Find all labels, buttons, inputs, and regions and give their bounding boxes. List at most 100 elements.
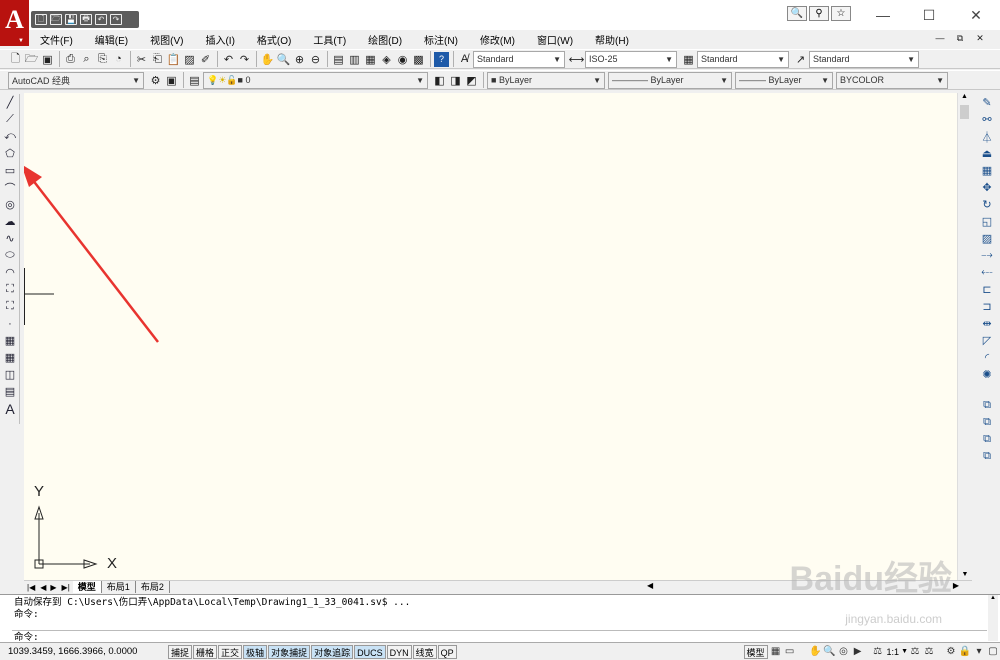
doc-restore-button[interactable]: ⧉ bbox=[954, 32, 966, 44]
draw-order-front-icon[interactable]: ⧉ bbox=[978, 397, 996, 414]
design-center-icon[interactable]: ▥ bbox=[347, 52, 362, 67]
grid-toggle[interactable]: 栅格 bbox=[193, 644, 218, 659]
clean-screen-icon[interactable]: ▢ bbox=[986, 645, 1000, 659]
chamfer-tool-icon[interactable]: ◸ bbox=[978, 332, 996, 349]
explode-tool-icon[interactable]: ✺ bbox=[978, 366, 996, 383]
menu-insert[interactable]: 插入(I) bbox=[194, 32, 245, 47]
menu-draw[interactable]: 绘图(D) bbox=[357, 32, 413, 47]
close-button[interactable]: ✕ bbox=[961, 4, 991, 26]
plotstyle-control-dropdown[interactable]: BYCOLOR ▼ bbox=[836, 71, 948, 89]
new-icon[interactable]: 🗋 bbox=[35, 14, 47, 25]
menu-tools[interactable]: 工具(T) bbox=[302, 32, 357, 47]
doc-minimize-button[interactable]: — bbox=[934, 32, 946, 44]
dyn-toggle[interactable]: DYN bbox=[386, 644, 412, 659]
markup-icon[interactable]: ◉ bbox=[395, 52, 410, 67]
draw-order-back-icon[interactable]: ⧉ bbox=[978, 414, 996, 431]
stretch-tool-icon[interactable]: ▨ bbox=[978, 230, 996, 247]
ortho-toggle[interactable]: 正交 bbox=[218, 644, 243, 659]
pan-icon[interactable]: ✋ bbox=[260, 52, 275, 67]
my-workspace-icon[interactable]: ▣ bbox=[164, 73, 179, 88]
revision-cloud-tool-icon[interactable]: ☁ bbox=[1, 213, 19, 230]
layer-states-icon[interactable]: ◩ bbox=[464, 73, 479, 88]
application-menu-button[interactable]: A ▼ bbox=[0, 0, 29, 46]
tool-palettes-icon[interactable]: ▦ bbox=[363, 52, 378, 67]
workspace-switch-icon[interactable]: ⚙ bbox=[944, 645, 958, 659]
multiline-text-tool-icon[interactable]: A bbox=[1, 400, 19, 417]
construction-line-tool-icon[interactable]: ⟋ bbox=[1, 111, 19, 128]
chevron-down-icon[interactable]: ▼ bbox=[901, 648, 908, 655]
multileader-style-dropdown[interactable]: Standard ▼ bbox=[809, 50, 919, 68]
undo-icon[interactable]: ↶ bbox=[221, 52, 236, 67]
point-tool-icon[interactable]: · bbox=[1, 315, 19, 332]
vertical-scrollbar[interactable]: ▲ ▼ bbox=[957, 93, 971, 580]
steering-wheel-icon[interactable]: ◎ bbox=[837, 645, 851, 659]
annotation-scale-value[interactable]: 1:1 bbox=[885, 647, 902, 657]
layer-properties-icon[interactable]: ▤ bbox=[187, 73, 202, 88]
text-style-icon[interactable]: A̸ bbox=[457, 52, 472, 67]
menu-window[interactable]: 窗口(W) bbox=[526, 32, 584, 47]
menu-file[interactable]: 文件(F) bbox=[29, 32, 84, 47]
draw-order-above-icon[interactable]: ⧉ bbox=[978, 431, 996, 448]
ellipse-tool-icon[interactable]: ⬭ bbox=[1, 247, 19, 264]
print-icon[interactable]: 🖶 bbox=[80, 14, 92, 25]
scroll-thumb[interactable] bbox=[960, 105, 969, 119]
otrack-toggle[interactable]: 对象追踪 bbox=[311, 644, 354, 659]
pan-icon[interactable]: ✋ bbox=[809, 645, 823, 659]
doc-close-button[interactable]: ✕ bbox=[974, 32, 986, 44]
mirror-tool-icon[interactable]: ⏃ bbox=[978, 128, 996, 145]
3d-dwf-icon[interactable]: ◔ bbox=[111, 52, 126, 67]
layer-previous-icon[interactable]: ◨ bbox=[448, 73, 463, 88]
array-tool-icon[interactable]: ▦ bbox=[978, 162, 996, 179]
menu-help[interactable]: 帮助(H) bbox=[584, 32, 640, 47]
menu-modify[interactable]: 修改(M) bbox=[469, 32, 526, 47]
match-properties-icon[interactable]: ▨ bbox=[182, 52, 197, 67]
rectangle-tool-icon[interactable]: ▭ bbox=[1, 162, 19, 179]
text-style-dropdown[interactable]: Standard ▼ bbox=[473, 50, 565, 68]
lineweight-control-dropdown[interactable]: ——— ByLayer ▼ bbox=[735, 71, 833, 89]
calculator-icon[interactable]: ▩ bbox=[411, 52, 426, 67]
tab-first-icon[interactable]: |◀ bbox=[24, 583, 38, 592]
snap-toggle[interactable]: 捕捉 bbox=[168, 644, 193, 659]
plot-preview-icon[interactable]: ⌕ bbox=[79, 52, 94, 67]
fillet-tool-icon[interactable]: ◜ bbox=[978, 349, 996, 366]
dim-style-dropdown[interactable]: ISO-25 ▼ bbox=[585, 50, 677, 68]
model-space-button[interactable]: 模型 bbox=[743, 644, 768, 659]
zoom-realtime-icon[interactable]: 🔍 bbox=[276, 52, 291, 67]
new-icon[interactable]: 🗋 bbox=[8, 52, 23, 67]
ducs-toggle[interactable]: DUCS bbox=[354, 644, 386, 659]
break-at-point-tool-icon[interactable]: ⊏ bbox=[978, 281, 996, 298]
plot-icon[interactable]: ⎙ bbox=[63, 52, 78, 67]
draw-order-under-icon[interactable]: ⧉ bbox=[978, 448, 996, 465]
extend-tool-icon[interactable]: ⤎ bbox=[978, 264, 996, 281]
redo-icon[interactable]: ↷ bbox=[110, 14, 122, 25]
copy-tool-icon[interactable]: ⚯ bbox=[978, 111, 996, 128]
table-tool-icon[interactable]: ▤ bbox=[1, 383, 19, 400]
tab-next-icon[interactable]: ▶ bbox=[48, 583, 58, 592]
make-block-tool-icon[interactable]: ⛶ bbox=[1, 298, 19, 315]
minimize-button[interactable]: — bbox=[868, 4, 898, 26]
polygon-tool-icon[interactable]: ⬠ bbox=[1, 145, 19, 162]
region-tool-icon[interactable]: ◫ bbox=[1, 366, 19, 383]
open-icon[interactable]: 🗁 bbox=[24, 52, 39, 67]
workspace-dropdown[interactable]: AutoCAD 经典 ▼ bbox=[8, 71, 144, 89]
polyline-tool-icon[interactable]: ⤺ bbox=[1, 128, 19, 145]
color-control-dropdown[interactable]: ■ ByLayer ▼ bbox=[487, 71, 605, 89]
layout-grid-icon[interactable]: ▦ bbox=[769, 645, 783, 659]
search-icon[interactable]: 🔍 bbox=[787, 6, 807, 21]
menu-edit[interactable]: 编辑(E) bbox=[84, 32, 139, 47]
workspace-settings-icon[interactable]: ⚙ bbox=[148, 73, 163, 88]
make-current-layer-icon[interactable]: ◧ bbox=[432, 73, 447, 88]
arc-tool-icon[interactable]: ⌒ bbox=[1, 179, 19, 196]
line-tool-icon[interactable]: ╱ bbox=[1, 94, 19, 111]
menu-dimension[interactable]: 标注(N) bbox=[413, 32, 469, 47]
zoom-previous-icon[interactable]: ⊖ bbox=[308, 52, 323, 67]
menu-view[interactable]: 视图(V) bbox=[139, 32, 194, 47]
hardware-acceleration-icon[interactable]: ▾ bbox=[972, 645, 986, 659]
trim-tool-icon[interactable]: ⤍ bbox=[978, 247, 996, 264]
osnap-toggle[interactable]: 对象捕捉 bbox=[268, 644, 311, 659]
tab-last-icon[interactable]: ▶| bbox=[59, 583, 73, 592]
redo-icon[interactable]: ↷ bbox=[237, 52, 252, 67]
erase-tool-icon[interactable]: ✎ bbox=[978, 94, 996, 111]
paste-icon[interactable]: 📋 bbox=[166, 52, 181, 67]
lineweight-toggle[interactable]: 线宽 bbox=[412, 644, 437, 659]
